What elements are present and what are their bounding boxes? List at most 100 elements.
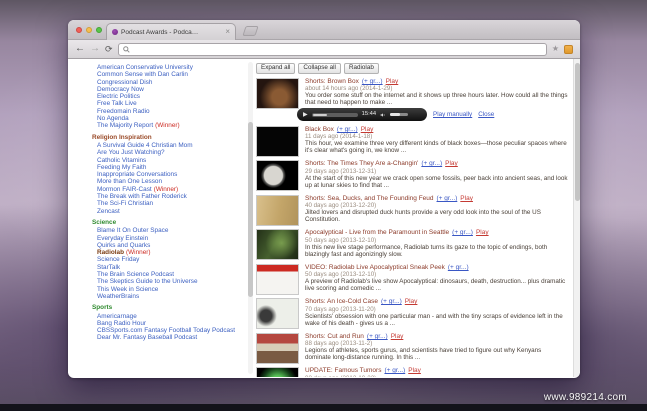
feed-name-button[interactable]: Radiolab <box>343 63 379 74</box>
episode-thumbnail[interactable] <box>256 77 299 109</box>
sidebar-item[interactable]: Quirks and Quarks <box>97 242 242 249</box>
episode-play-link[interactable]: Play <box>476 229 489 236</box>
sidebar-item[interactable]: Blame It On Outer Space <box>97 227 242 234</box>
episode-title-link[interactable]: Shorts: Sea, Ducks, and The Founding Feu… <box>305 195 434 202</box>
sidebar-item[interactable]: Science Friday <box>97 256 242 263</box>
podcast-link[interactable]: Blame It On Outer Space <box>97 227 168 234</box>
zoom-window-button[interactable] <box>96 27 102 33</box>
episode-title-link[interactable]: UPDATE: Famous Tumors <box>305 367 381 374</box>
podcast-link[interactable]: Bang Radio Hour <box>97 320 146 327</box>
sidebar-item[interactable]: Congressional Dish <box>97 79 242 86</box>
minimize-window-button[interactable] <box>86 27 92 33</box>
episode-play-link[interactable]: Play <box>445 160 458 167</box>
sidebar-item[interactable]: This Week in Science <box>97 286 242 293</box>
sidebar-item[interactable]: The Break with Father Roderick <box>97 193 242 200</box>
episode-meta-link[interactable]: (+ gr...) <box>437 195 458 202</box>
reload-button[interactable]: ⟳ <box>105 44 113 54</box>
podcast-link[interactable]: The Break with Father Roderick <box>97 193 187 200</box>
podcast-link[interactable]: Are You Just Watching? <box>97 149 165 156</box>
podcast-link[interactable]: CBSSports.com Fantasy Football Today Pod… <box>97 327 235 334</box>
sidebar-item[interactable]: More than One Lesson <box>97 178 242 185</box>
podcast-link[interactable]: Dear Mr. Fantasy Baseball Podcast <box>97 334 197 341</box>
episode-meta-link[interactable]: (+ gr...) <box>337 126 358 133</box>
episode-thumbnail[interactable] <box>256 125 299 157</box>
podcast-link[interactable]: Democracy Now <box>97 86 144 93</box>
content-scrollbar-thumb[interactable] <box>575 63 580 201</box>
episode-thumbnail[interactable] <box>256 332 299 364</box>
podcast-link[interactable]: Free Talk Live <box>97 100 137 107</box>
sidebar-item[interactable]: Dear Mr. Fantasy Baseball Podcast <box>97 334 242 341</box>
volume-slider[interactable] <box>390 113 409 117</box>
sidebar-item[interactable]: Are You Just Watching? <box>97 149 242 156</box>
episode-play-link[interactable]: Play <box>361 126 374 133</box>
podcast-link[interactable]: Common Sense with Dan Carlin <box>97 71 188 78</box>
podcast-link[interactable]: Zencast <box>97 208 120 215</box>
episode-thumbnail[interactable] <box>256 229 299 261</box>
play-manually-link[interactable]: Play manually <box>433 111 472 118</box>
sidebar-item[interactable]: Democracy Now <box>97 86 242 93</box>
sidebar-item[interactable]: Feeding My Faith <box>97 164 242 171</box>
sidebar-item[interactable]: No Agenda <box>97 115 242 122</box>
podcast-link[interactable]: Americarnage <box>97 313 137 320</box>
podcast-link[interactable]: Everyday Einstein <box>97 235 148 242</box>
podcast-link[interactable]: Electric Politics <box>97 93 140 100</box>
collapse-all-button[interactable]: Collapse all <box>298 63 341 74</box>
sidebar-item[interactable]: The Brain Science Podcast <box>97 271 242 278</box>
podcast-link[interactable]: The Skeptics Guide to the Universe <box>97 278 198 285</box>
content-scrollbar[interactable] <box>573 59 580 377</box>
episode-thumbnail[interactable] <box>256 160 299 192</box>
back-button[interactable]: ← <box>75 44 85 54</box>
podcast-link[interactable]: Inappropriate Conversations <box>97 171 177 178</box>
close-player-link[interactable]: Close <box>478 111 494 118</box>
sidebar-item[interactable]: Free Talk Live <box>97 100 242 107</box>
sidebar-item[interactable]: Inappropriate Conversations <box>97 171 242 178</box>
sidebar-item[interactable]: Zencast <box>97 208 242 215</box>
podcast-link[interactable]: A Survival Guide 4 Christian Mom <box>97 142 193 149</box>
episode-thumbnail[interactable] <box>256 194 299 226</box>
episode-play-link[interactable]: Play <box>391 333 404 340</box>
sidebar-item[interactable]: The Majority Report (Winner) <box>97 122 242 129</box>
sidebar-item[interactable]: Mormon FAIR-Cast (Winner) <box>97 186 242 193</box>
podcast-link[interactable]: Freedomain Radio <box>97 108 150 115</box>
episode-title-link[interactable]: Shorts: The Times They Are a-Changin' <box>305 160 418 167</box>
sidebar-item[interactable]: Bang Radio Hour <box>97 320 242 327</box>
sidebar-item[interactable]: Freedomain Radio <box>97 108 242 115</box>
episode-title-link[interactable]: Shorts: Cut and Run <box>305 333 364 340</box>
episode-meta-link[interactable]: (+ gr...) <box>381 298 402 305</box>
sidebar-item[interactable]: Americarnage <box>97 313 242 320</box>
podcast-link[interactable]: The Majority Report <box>97 122 153 129</box>
close-window-button[interactable] <box>76 27 82 33</box>
episode-thumbnail[interactable] <box>256 263 299 295</box>
sidebar-item[interactable]: Common Sense with Dan Carlin <box>97 71 242 78</box>
episode-thumbnail[interactable] <box>256 298 299 330</box>
player-progress-bar[interactable] <box>311 112 358 117</box>
podcast-link[interactable]: Radiolab <box>97 249 124 256</box>
episode-meta-link[interactable]: (+ gr...) <box>448 264 469 271</box>
episode-play-link[interactable]: Play <box>386 78 399 85</box>
podcast-link[interactable]: More than One Lesson <box>97 178 162 185</box>
podcast-link[interactable]: American Conservative University <box>97 64 193 71</box>
expand-all-button[interactable]: Expand all <box>256 63 296 74</box>
episode-title-link[interactable]: Black Box <box>305 126 334 133</box>
sidebar-item[interactable]: CBSSports.com Fantasy Football Today Pod… <box>97 327 242 334</box>
sidebar-item[interactable]: Everyday Einstein <box>97 235 242 242</box>
browser-tab[interactable]: Podcast Awards - Podca… × <box>106 23 236 40</box>
episode-title-link[interactable]: Apocalyptical - Live from the Paramount … <box>305 229 449 236</box>
episode-meta-link[interactable]: (+ gr...) <box>384 367 405 374</box>
sidebar-item-radiolab-selected[interactable]: Radiolab (Winner) <box>97 249 242 256</box>
episode-meta-link[interactable]: (+ gr...) <box>362 78 383 85</box>
podcast-link[interactable]: Mormon FAIR-Cast <box>97 186 152 193</box>
podcast-link[interactable]: WeatherBrains <box>97 293 139 300</box>
podcast-link[interactable]: The Brain Science Podcast <box>97 271 174 278</box>
episode-title-link[interactable]: Shorts: Brown Box <box>305 78 359 85</box>
episode-play-link[interactable]: Play <box>460 195 473 202</box>
sidebar-item[interactable]: A Survival Guide 4 Christian Mom <box>97 142 242 149</box>
player-play-icon[interactable]: ▶ <box>303 112 308 118</box>
episode-meta-link[interactable]: (+ gr...) <box>421 160 442 167</box>
sidebar-item[interactable]: Catholic Vitamins <box>97 157 242 164</box>
sidebar-item[interactable]: StarTalk <box>97 264 242 271</box>
podcast-link[interactable]: Science Friday <box>97 256 139 263</box>
episode-meta-link[interactable]: (+ gr...) <box>367 333 388 340</box>
podcast-link[interactable]: Quirks and Quarks <box>97 242 150 249</box>
episode-title-link[interactable]: VIDEO: Radiolab Live Apocalyptical Sneak… <box>305 264 445 271</box>
